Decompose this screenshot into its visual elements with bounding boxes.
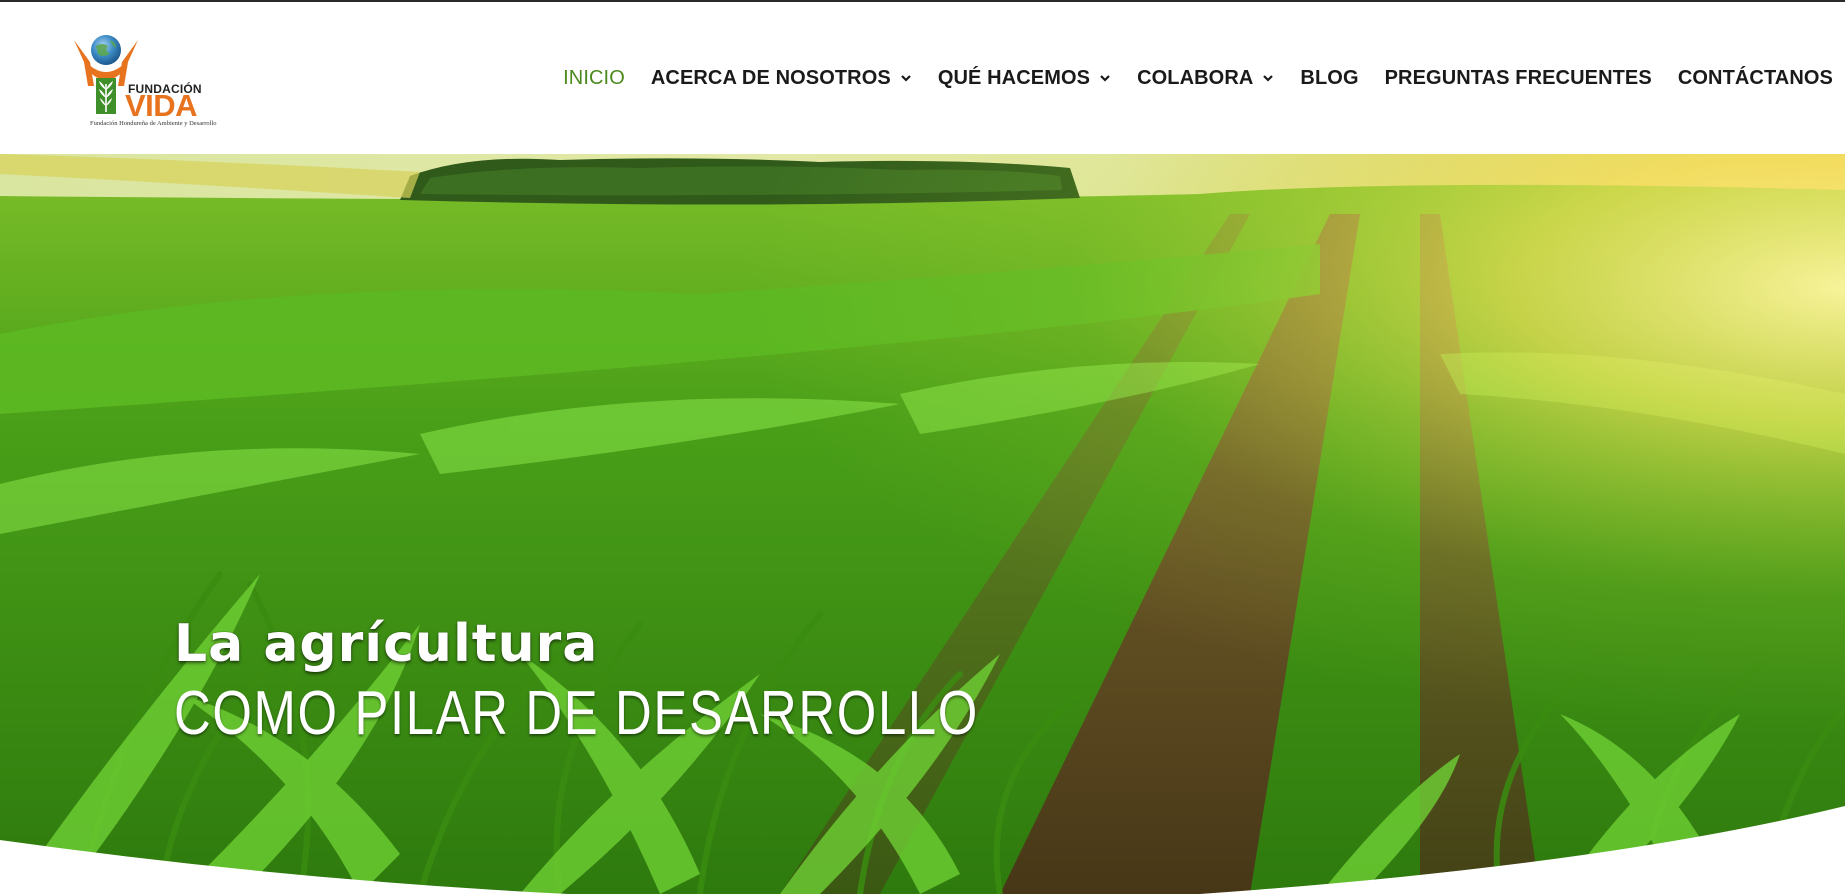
nav-item-inicio[interactable]: INICIO — [563, 64, 625, 92]
chevron-down-icon — [1099, 72, 1111, 84]
nav-item-que-hacemos[interactable]: QUÉ HACEMOS — [938, 64, 1111, 92]
chevron-down-icon — [900, 72, 912, 84]
nav-item-blog[interactable]: BLOG — [1300, 64, 1358, 92]
logo-vida-text: VIDA — [125, 88, 198, 123]
nav-item-preguntas-frecuentes[interactable]: PREGUNTAS FRECUENTES — [1385, 64, 1652, 92]
nav-item-label: CONTÁCTANOS — [1677, 67, 1833, 89]
nav-item-label: BLOG — [1300, 67, 1359, 89]
hero-title: La agrícultura — [174, 614, 599, 674]
chevron-down-icon — [1262, 72, 1274, 84]
fundacion-vida-logo[interactable]: FUNDACIÓN VIDA Fundación Hondureña de Am… — [70, 34, 220, 127]
hero-subtitle: COMO PILAR DE DESARROLLO — [174, 679, 979, 748]
nav-item-contactanos[interactable]: CONTÁCTANOS — [1678, 64, 1833, 92]
nav-item-label: ACERCA DE NOSOTROS — [650, 67, 891, 89]
nav-item-label: QUÉ HACEMOS — [937, 67, 1091, 89]
cornfield-hero-image — [0, 154, 1845, 894]
hero-headline: La agrícultura COMO PILAR DE DESARROLLO — [174, 612, 1156, 752]
site-header: FUNDACIÓN VIDA Fundación Hondureña de Am… — [0, 2, 1845, 154]
nav-item-acerca-de-nosotros[interactable]: ACERCA DE NOSOTROS — [651, 64, 912, 92]
hero-banner: La agrícultura COMO PILAR DE DESARROLLO — [0, 154, 1845, 894]
nav-item-colabora[interactable]: COLABORA — [1137, 64, 1274, 92]
main-navigation: INICIO ACERCA DE NOSOTROS QUÉ HACEMOS CO… — [563, 64, 1833, 92]
nav-item-label: PREGUNTAS FRECUENTES — [1384, 67, 1652, 89]
nav-item-label: INICIO — [563, 67, 625, 89]
nav-item-label: COLABORA — [1137, 67, 1254, 89]
logo-subtitle: Fundación Hondureña de Ambiente y Desarr… — [90, 120, 217, 127]
